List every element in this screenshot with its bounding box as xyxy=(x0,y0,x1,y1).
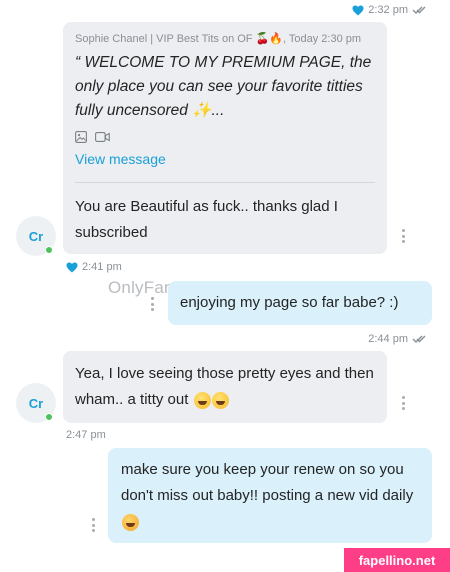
view-message-link[interactable]: View message xyxy=(75,151,375,167)
timestamp: 2:47 pm xyxy=(66,429,106,441)
avatar-initials: Cr xyxy=(28,228,44,244)
quoted-media-icons xyxy=(75,131,375,143)
image-icon xyxy=(75,131,87,143)
smiling-hearts-emoji-icon xyxy=(122,513,139,531)
heart-icon[interactable] xyxy=(352,5,364,16)
avatar[interactable]: Cr xyxy=(16,216,56,256)
message-text: make sure you keep your renew on so you … xyxy=(121,457,418,535)
online-indicator xyxy=(45,246,53,254)
message-meta: 2:47 pm xyxy=(66,429,106,441)
outgoing-message-bubble[interactable]: enjoying my page so far babe? :) xyxy=(168,281,432,325)
incoming-message-bubble[interactable]: Yea, I love seeing those pretty eyes and… xyxy=(63,351,387,423)
message-meta: 2:44 pm xyxy=(368,333,430,345)
timestamp: 2:44 pm xyxy=(368,333,408,345)
quoted-message[interactable]: Sophie Chanel | VIP Best Tits on OF 🍒🔥, … xyxy=(75,32,375,167)
double-check-icon xyxy=(412,6,426,14)
heart-icon[interactable] xyxy=(66,262,78,273)
outgoing-message-bubble[interactable]: make sure you keep your renew on so you … xyxy=(108,448,432,543)
message-text: enjoying my page so far babe? :) xyxy=(180,294,399,311)
timestamp: 2:32 pm xyxy=(368,4,408,16)
online-indicator xyxy=(45,413,53,421)
message-meta-top: 2:32 pm xyxy=(352,4,430,16)
video-icon xyxy=(95,132,110,142)
brand-watermark: fapellino.net xyxy=(344,548,450,572)
message-meta: 2:41 pm xyxy=(66,261,122,273)
avatar-initials: Cr xyxy=(28,395,44,411)
message-text: You are Beautiful as fuck.. thanks glad … xyxy=(75,198,338,241)
incoming-message-bubble[interactable]: Sophie Chanel | VIP Best Tits on OF 🍒🔥, … xyxy=(63,22,387,254)
message-options-icon[interactable] xyxy=(401,229,405,243)
double-check-icon xyxy=(412,335,426,343)
message-text-content: make sure you keep your renew on so you … xyxy=(121,461,414,504)
message-options-icon[interactable] xyxy=(401,396,405,410)
laughing-emoji-icon xyxy=(193,391,211,409)
avatar[interactable]: Cr xyxy=(16,383,56,423)
laughing-emoji-icon xyxy=(211,391,229,409)
message-text: Yea, I love seeing those pretty eyes and… xyxy=(75,361,375,413)
timestamp: 2:41 pm xyxy=(82,261,122,273)
quoted-sender: Sophie Chanel | VIP Best Tits on OF 🍒🔥, … xyxy=(75,33,362,45)
message-options-icon[interactable] xyxy=(91,518,95,532)
quoted-text: “ WELCOME TO MY PREMIUM PAGE, the only p… xyxy=(75,54,372,119)
quote-divider xyxy=(75,182,375,183)
message-options-icon[interactable] xyxy=(150,297,154,311)
